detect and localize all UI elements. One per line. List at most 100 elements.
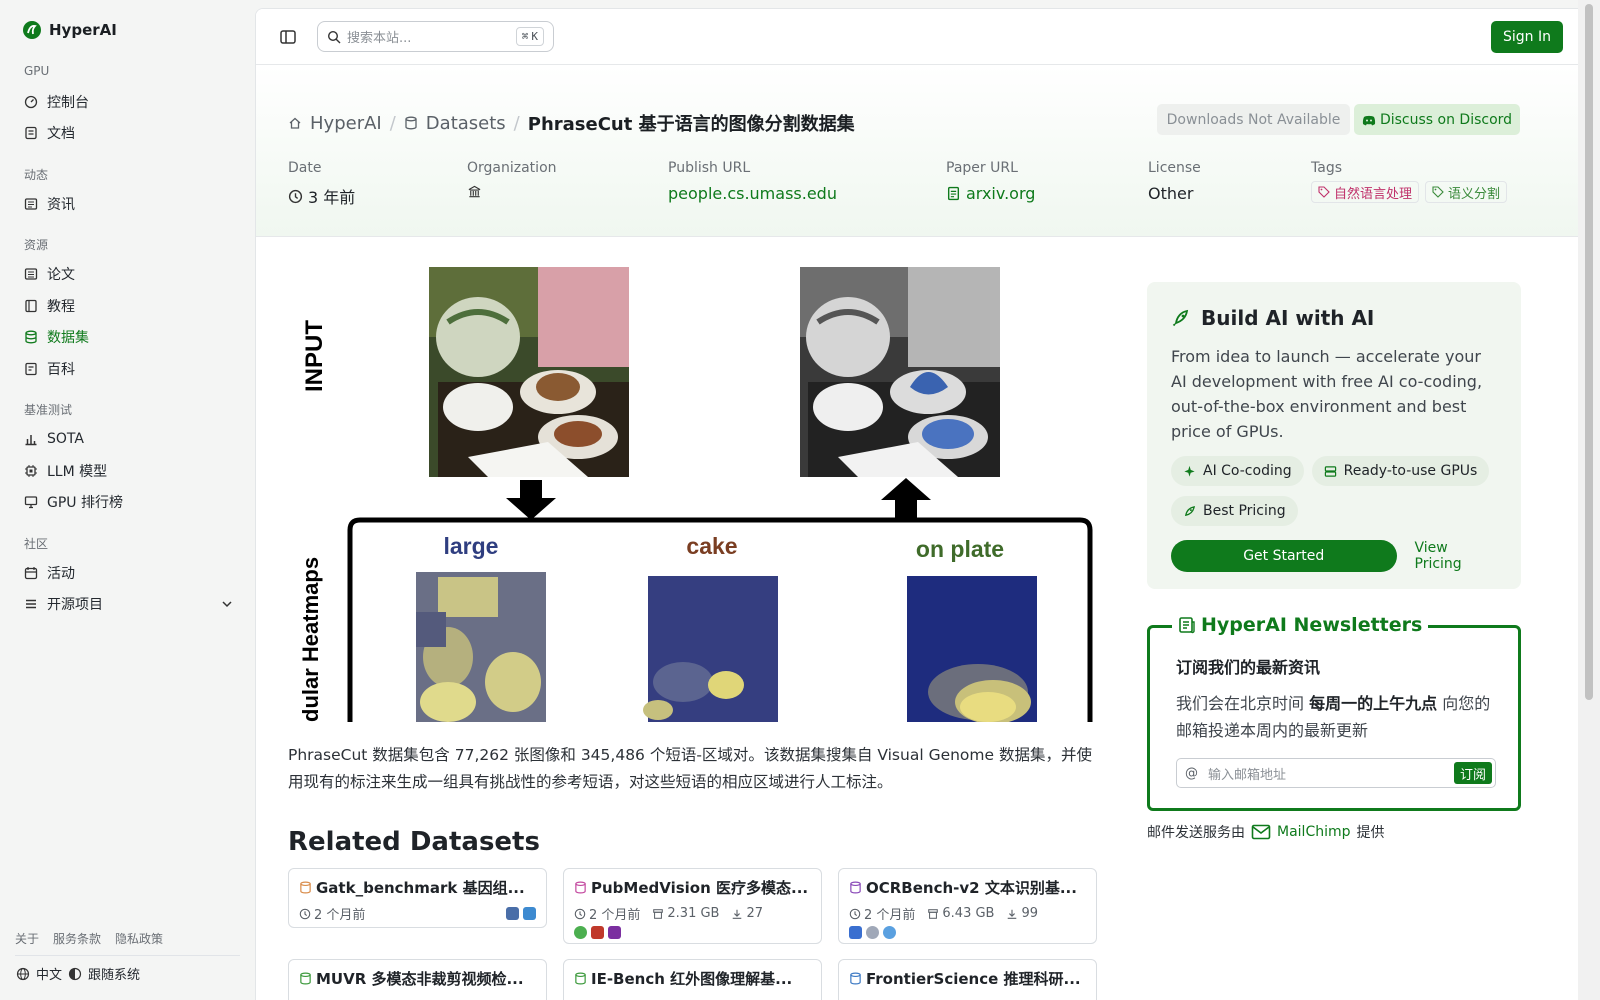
card-org-logos (849, 926, 1086, 939)
newsletter-heading: 订阅我们的最新资讯 (1176, 658, 1321, 677)
related-card[interactable]: MUVR 多模态非裁剪视频检... (288, 959, 547, 1000)
sidebar-item-console[interactable]: 控制台 (24, 89, 234, 115)
scrollbar-thumb[interactable] (1585, 4, 1593, 700)
sidebar-item-label: 教程 (47, 299, 75, 315)
dashboard-icon (24, 95, 38, 109)
theme-switch[interactable]: 跟随系统 (88, 964, 140, 983)
downloads-unavailable-button[interactable]: Downloads Not Available (1157, 104, 1350, 135)
word-large: large (444, 533, 499, 559)
card-size: 6.43 GB (927, 906, 994, 921)
main-panel: 搜索本站... ⌘ K Sign In HyperAI / Datasets / … (255, 8, 1578, 1000)
org-logo-icon (574, 926, 587, 939)
tag-semantic-segmentation[interactable]: 语义分割 (1425, 181, 1508, 203)
tag-label: 语义分割 (1448, 186, 1501, 202)
sidebar-item-label: LLM 模型 (47, 464, 108, 480)
discord-label: Discuss on Discord (1379, 111, 1513, 128)
sidebar-item-wiki[interactable]: 百科 (24, 356, 234, 382)
build-title: Build AI with AI (1201, 306, 1375, 330)
related-card[interactable]: PubMedVision 医疗多模态... 2 个月前 2.31 GB 27 (563, 868, 822, 944)
dataset-figure: INPUT dular Heatmaps large cake on plate (288, 262, 1097, 722)
tag-nlp[interactable]: 自然语言处理 (1311, 181, 1420, 203)
discord-button[interactable]: Discuss on Discord (1354, 104, 1520, 135)
card-downloads: 99 (1006, 906, 1038, 921)
sign-in-button[interactable]: Sign In (1491, 21, 1563, 53)
chip-icon (25, 465, 37, 477)
get-started-button[interactable]: Get Started (1171, 540, 1397, 572)
heatmap-cake (643, 576, 778, 722)
monitor-icon (24, 496, 38, 509)
footer-divider (15, 955, 240, 956)
card-time: 2 个月前 (849, 904, 915, 923)
brand-logo-link[interactable]: HyperAI (22, 20, 117, 40)
sidebar-item-label: GPU 排行榜 (47, 495, 123, 511)
card-time-value: 2 个月前 (864, 908, 916, 923)
org-logo-icon (849, 926, 862, 939)
mailchimp-link[interactable]: MailChimp (1251, 824, 1351, 840)
section-title-resources: 资源 (24, 238, 49, 252)
mail-icon (1251, 824, 1271, 840)
paper-url-link[interactable]: arxiv.org (946, 184, 1035, 203)
subscribe-button[interactable]: 订阅 (1453, 762, 1492, 784)
tag-icon (1432, 186, 1444, 198)
mailchimp-label: MailChimp (1277, 824, 1351, 840)
footer-link-privacy[interactable]: 隐私政策 (115, 930, 163, 947)
related-card[interactable]: FrontierScience 推理科研... (838, 959, 1097, 1000)
sidebar-item-events[interactable]: 活动 (24, 560, 234, 586)
sidebar-item-datasets[interactable]: 数据集 (24, 324, 234, 350)
related-card[interactable]: Gatk_benchmark 基因组... 2 个月前 (288, 868, 547, 928)
view-pricing-link[interactable]: View Pricing (1415, 540, 1498, 572)
theme-icon (68, 967, 82, 980)
database-icon (575, 881, 586, 894)
breadcrumb-home[interactable]: HyperAI (310, 113, 382, 134)
newsletter-panel: HyperAI Newsletters 订阅我们的最新资讯 我们会在北京时间 每… (1147, 614, 1521, 811)
database-icon (300, 972, 311, 985)
command-key-icon: ⌘ (521, 30, 529, 43)
search-input[interactable]: 搜索本站... ⌘ K (317, 21, 554, 52)
org-logo-icon (523, 907, 536, 920)
word-cake: cake (686, 533, 737, 559)
rocket-icon (1172, 309, 1189, 327)
footer-link-about[interactable]: 关于 (15, 930, 39, 947)
publish-url-link[interactable]: people.cs.umass.edu (668, 184, 837, 203)
sidebar-item-tutorials[interactable]: 教程 (24, 293, 234, 319)
meta-publish-url: Publish URL people.cs.umass.edu (668, 160, 837, 203)
breadcrumb-datasets[interactable]: Datasets (426, 113, 506, 134)
footer-settings: 中文 跟随系统 (16, 964, 140, 983)
meta-label: Organization (467, 160, 557, 176)
email-field[interactable]: @ 输入邮箱地址 订阅 (1176, 758, 1496, 788)
sidebar-item-open-source[interactable]: 开源项目 (24, 591, 234, 617)
mailchimp-suffix: 提供 (1356, 825, 1385, 841)
org-logo-icon (506, 907, 519, 920)
meta-tags: Tags 自然语言处理 语义分割 (1311, 160, 1513, 203)
database-icon (300, 881, 311, 894)
input-label: INPUT (301, 320, 328, 392)
sidebar-item-papers[interactable]: 论文 (24, 261, 234, 287)
clock-icon (574, 908, 586, 919)
breadcrumb-separator: / (513, 112, 520, 134)
chevron-down-icon[interactable] (220, 597, 234, 611)
brand-name: HyperAI (49, 21, 117, 39)
scrollbar[interactable] (1578, 0, 1600, 1000)
doc-icon (25, 126, 37, 140)
sidebar-item-sota[interactable]: SOTA (24, 426, 234, 452)
sidebar: HyperAI GPU 控制台 文档 动态 资讯 资源 论文 教程 数据集 百科… (0, 0, 255, 1000)
newsletter-text: 我们会在北京时间 每周一的上午九点 向您的邮箱投递本周内的最新更新 (1176, 690, 1492, 744)
event-icon (24, 567, 38, 580)
meta-organization: Organization (467, 160, 557, 199)
card-size-value: 6.43 GB (942, 906, 995, 921)
sidebar-item-docs[interactable]: 文档 (24, 120, 234, 146)
language-switch[interactable]: 中文 (36, 964, 62, 983)
meta-label: License (1148, 160, 1201, 176)
meta-label: Publish URL (668, 160, 751, 176)
footer-link-terms[interactable]: 服务条款 (53, 930, 101, 947)
section-title-benchmarks: 基准测试 (24, 403, 73, 417)
related-card[interactable]: IE-Bench 红外图像理解基... (563, 959, 822, 1000)
sidebar-item-gpu-ranking[interactable]: GPU 排行榜 (24, 489, 234, 515)
sidebar-item-news[interactable]: 资讯 (24, 191, 234, 217)
newsletter-legend-label: HyperAI Newsletters (1201, 614, 1423, 636)
sidebar-item-label: 资讯 (47, 197, 75, 213)
rocket-icon (1184, 505, 1195, 516)
sidebar-item-llm[interactable]: LLM 模型 (24, 458, 234, 484)
sidebar-toggle-icon[interactable] (278, 27, 298, 47)
related-card[interactable]: OCRBench-v2 文本识别基... 2 个月前 6.43 GB 99 (838, 868, 1097, 944)
